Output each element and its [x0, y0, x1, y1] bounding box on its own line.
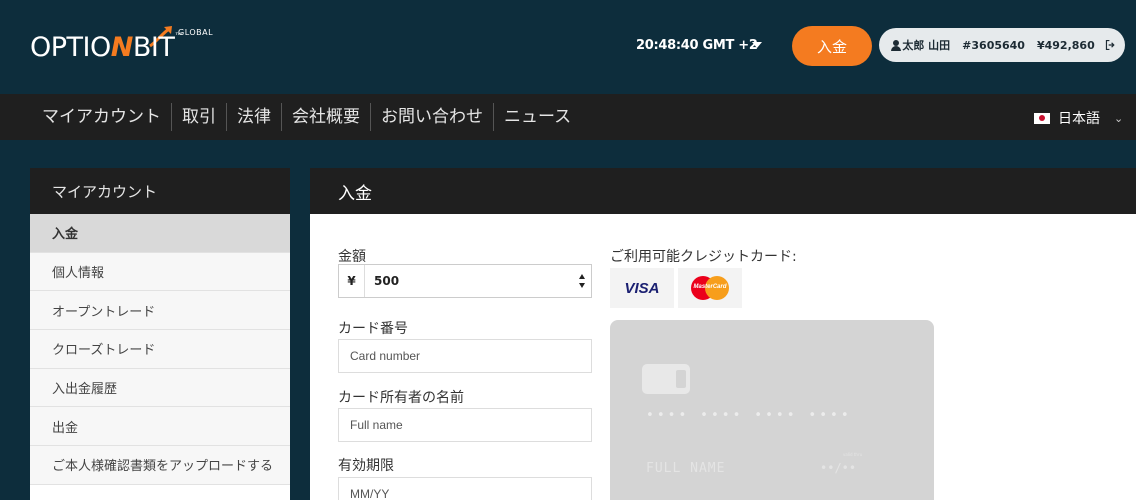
nav-item-legal[interactable]: 法律 — [227, 94, 281, 140]
logout-icon[interactable] — [1105, 38, 1115, 52]
logo-part-optio: OPTIO — [30, 32, 111, 63]
header-deposit-button[interactable]: 入金 — [792, 26, 872, 66]
server-clock: 20:48:40 GMT +2 — [636, 38, 758, 53]
logo-part-n: N — [110, 32, 134, 63]
currency-symbol: ¥ — [339, 265, 365, 297]
main-nav: マイアカウント 取引 法律 会社概要 お問い合わせ ニュース 日本語 ⌄ — [0, 94, 1136, 140]
account-id: #3605640 — [962, 38, 1025, 52]
sidebar-item-personal-info[interactable]: 個人情報 — [30, 252, 290, 292]
user-icon — [891, 39, 902, 51]
logo-wordmark: OPTIONBIT™ — [30, 32, 183, 63]
expiry-label: 有効期限 — [338, 458, 394, 474]
sidebar-item-deposit[interactable]: 入金 — [30, 214, 290, 253]
logo-global-text: GLOBAL — [178, 28, 214, 37]
sidebar-item-closed-trades[interactable]: クローズトレード — [30, 330, 290, 369]
sidebar-item-withdrawal[interactable]: 出金 — [30, 407, 290, 447]
logo-part-bit: BIT — [132, 32, 175, 63]
amount-value[interactable]: 500 — [365, 274, 575, 288]
japan-flag-icon — [1034, 112, 1050, 124]
credit-card-preview: •••• •••• •••• •••• valid thru FULL NAME… — [610, 320, 934, 500]
sidebar-item-transaction-history[interactable]: 入出金履歴 — [30, 368, 290, 408]
nav-item-news[interactable]: ニュース — [494, 94, 581, 140]
card-holder-label: カード所有者の名前 — [338, 390, 464, 406]
clock-dropdown-caret-icon[interactable] — [752, 42, 762, 48]
accepted-cards-label: ご利用可能クレジットカード: — [610, 249, 797, 265]
top-header: GLOBAL OPTIONBIT™ 20:48:40 GMT +2 入金 太郎 … — [0, 0, 1136, 94]
mastercard-logo: MasterCard — [678, 268, 742, 308]
logo-trademark: ™ — [174, 32, 183, 42]
chevron-down-icon: ⌄ — [1114, 111, 1124, 125]
card-preview-valid-thru: valid thru — [843, 452, 863, 457]
nav-item-my-account[interactable]: マイアカウント — [32, 94, 171, 140]
mastercard-circles-icon: MasterCard — [690, 276, 730, 300]
account-summary[interactable]: 太郎 山田 #3605640 ¥492,860 — [879, 28, 1125, 62]
nav-item-trade[interactable]: 取引 — [172, 94, 226, 140]
account-name: 太郎 山田 — [902, 39, 951, 52]
account-balance: ¥492,860 — [1036, 38, 1095, 52]
amount-stepper[interactable]: ¥ 500 — [338, 264, 592, 298]
deposit-panel: 入金 金額 ¥ 500 カード番号 カード所有者の名前 有効期限 ご利用可能クレ… — [310, 168, 1136, 500]
language-label: 日本語 — [1058, 111, 1100, 127]
mastercard-logo-text: MasterCard — [693, 284, 727, 290]
sidebar-item-open-trades[interactable]: オープントレード — [30, 291, 290, 331]
optionbit-logo[interactable]: GLOBAL OPTIONBIT™ — [30, 24, 220, 70]
card-chip-icon — [642, 364, 690, 394]
decrement-arrow-icon[interactable] — [579, 283, 585, 288]
sidebar-title: マイアカウント — [30, 168, 290, 214]
card-preview-expiry: ••/•• — [820, 461, 857, 475]
amount-label: 金額 — [338, 249, 366, 265]
card-holder-input[interactable] — [338, 408, 592, 442]
card-preview-name: FULL NAME — [646, 461, 726, 476]
card-preview-number: •••• •••• •••• •••• — [646, 408, 852, 423]
card-number-input[interactable] — [338, 339, 592, 373]
expiry-input[interactable] — [338, 477, 592, 500]
increment-arrow-icon[interactable] — [579, 274, 585, 279]
amount-spinner[interactable] — [575, 265, 589, 297]
visa-logo: VISA — [610, 268, 674, 308]
panel-title: 入金 — [310, 168, 1136, 214]
language-selector[interactable]: 日本語 ⌄ — [1034, 108, 1123, 128]
card-number-label: カード番号 — [338, 321, 408, 337]
account-sidebar: マイアカウント 入金 個人情報 オープントレード クローズトレード 入出金履歴 … — [30, 168, 290, 500]
nav-item-company[interactable]: 会社概要 — [282, 94, 370, 140]
nav-item-contact[interactable]: お問い合わせ — [371, 94, 493, 140]
sidebar-item-upload-documents[interactable]: ご本人様確認書類をアップロードする — [30, 446, 290, 485]
